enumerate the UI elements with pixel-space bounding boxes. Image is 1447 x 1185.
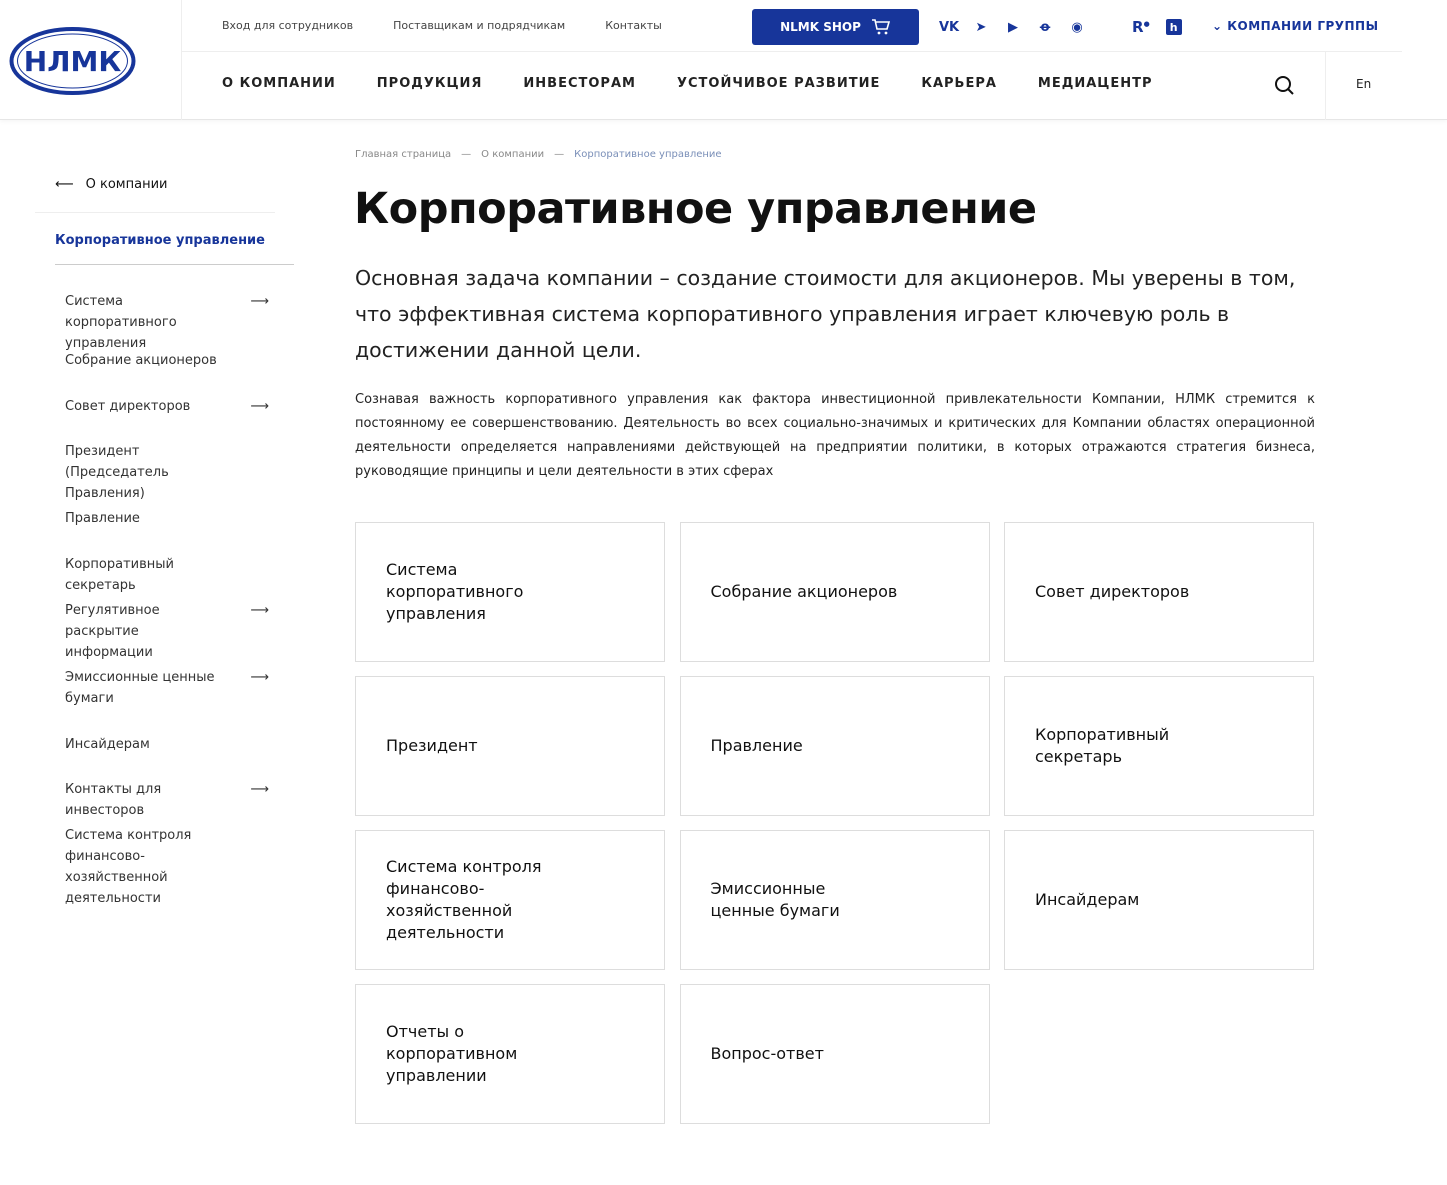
sidebar-item-label: Собрание акционеров xyxy=(65,353,217,368)
top-links: Вход для сотрудников Поставщикам и подря… xyxy=(222,19,662,32)
back-label: О компании xyxy=(85,176,168,192)
nav-products[interactable]: ПРОДУКЦИЯ xyxy=(377,76,483,91)
social-links: VK ➤ ▶ ꝋ ◉ xyxy=(939,18,1086,36)
sidebar-item[interactable]: Система контроля финансово-хозяйственной… xyxy=(35,825,275,909)
arrow-left-icon: ⟵ xyxy=(55,176,74,192)
sidebar-item-label: Система контроля финансово-хозяйственной… xyxy=(65,828,192,906)
arrow-right-icon[interactable]: ⟶ xyxy=(250,667,269,688)
card-label: Правление xyxy=(710,736,803,755)
card-label: Корпоративный секретарь xyxy=(1035,725,1170,766)
nav-investors[interactable]: ИНВЕСТОРАМ xyxy=(523,76,636,91)
contacts-link[interactable]: Контакты xyxy=(605,19,662,32)
card-label: Эмиссионные ценные бумаги xyxy=(710,879,840,920)
sidebar-item-label: Система корпоративного управления xyxy=(65,294,177,351)
group-companies-dropdown[interactable]: ⌄ КОМПАНИИ ГРУППЫ xyxy=(1212,19,1379,33)
svg-text:НЛМК: НЛМК xyxy=(24,45,122,78)
rabota-icon[interactable]: R● xyxy=(1132,18,1150,36)
sidebar-item[interactable]: Совет директоров ⟶ xyxy=(35,396,275,417)
section-card[interactable]: Совет директоров xyxy=(1004,522,1314,662)
groups-label: КОМПАНИИ ГРУППЫ xyxy=(1227,19,1379,33)
youtube-icon[interactable]: ▶ xyxy=(1004,18,1022,36)
section-card[interactable]: Президент xyxy=(355,676,665,816)
main-nav: О КОМПАНИИ ПРОДУКЦИЯ ИНВЕСТОРАМ УСТОЙЧИВ… xyxy=(222,76,1152,91)
section-card[interactable]: Эмиссионные ценные бумаги xyxy=(679,830,990,970)
card-label: Вопрос-ответ xyxy=(710,1044,824,1063)
section-card[interactable]: Инсайдерам xyxy=(1004,830,1314,970)
nav-career[interactable]: КАРЬЕРА xyxy=(921,76,997,91)
shop-label: NLMK SHOP xyxy=(780,20,861,34)
nav-sustainability[interactable]: УСТОЙЧИВОЕ РАЗВИТИЕ xyxy=(677,76,880,91)
rutube-icon[interactable]: ◉ xyxy=(1068,18,1086,36)
suppliers-link[interactable]: Поставщикам и подрядчикам xyxy=(393,19,565,32)
card-label: Отчеты о корпоративном управлении xyxy=(386,1022,518,1085)
intro-paragraph: Сознавая важность корпоративного управле… xyxy=(355,392,1315,479)
sidebar-item-label: Инсайдерам xyxy=(65,737,150,752)
search-icon[interactable] xyxy=(1274,75,1294,95)
card-label: Совет директоров xyxy=(1035,582,1190,601)
sidebar: ⟵ О компании Корпоративное управление Сис… xyxy=(35,170,294,906)
language-switch[interactable]: En xyxy=(1356,77,1371,91)
arrow-right-icon[interactable]: ⟶ xyxy=(250,291,269,312)
section-card[interactable]: Вопрос-ответ xyxy=(679,984,990,1124)
sidebar-item[interactable]: Корпоративный секретарь xyxy=(35,554,275,596)
arrow-right-icon[interactable]: ⟶ xyxy=(250,779,269,800)
sidebar-item[interactable]: Правление xyxy=(35,508,275,529)
cart-icon xyxy=(871,19,890,35)
sidebar-item-label: Контакты для инвесторов xyxy=(65,782,162,818)
divider xyxy=(1325,52,1326,120)
sidebar-item-label: Правление xyxy=(65,511,140,526)
nlmk-shop-button[interactable]: NLMK SHOP xyxy=(752,9,919,45)
section-card[interactable]: Отчеты о корпоративном управлении xyxy=(355,984,665,1124)
divider xyxy=(182,51,1402,52)
page-title: Корпоративное управление xyxy=(354,184,1037,234)
section-card[interactable]: Корпоративный секретарь xyxy=(1004,676,1314,816)
breadcrumb: Главная страница — О компании — Корпоратив… xyxy=(355,149,722,160)
card-label: Инсайдерам xyxy=(1035,890,1140,909)
sidebar-item[interactable]: Контакты для инвесторов ⟶ xyxy=(35,779,275,821)
arrow-right-icon[interactable]: ⟶ xyxy=(250,396,269,417)
hh-icon[interactable]: h xyxy=(1165,19,1182,35)
breadcrumb-about[interactable]: О компании xyxy=(481,149,544,160)
section-card[interactable]: Правление xyxy=(679,676,990,816)
arrow-right-icon[interactable]: ⟶ xyxy=(250,600,269,621)
sidebar-item[interactable]: Система корпоративного управления ⟶ xyxy=(35,291,275,354)
breadcrumb-sep: — xyxy=(461,149,472,160)
breadcrumb-home[interactable]: Главная страница xyxy=(355,149,451,160)
telegram-icon[interactable]: ➤ xyxy=(972,18,990,36)
sidebar-item-label: Совет директоров xyxy=(65,399,191,414)
breadcrumb-current: Корпоративное управление xyxy=(574,149,722,160)
breadcrumb-sep: — xyxy=(554,149,565,160)
sidebar-item-label: Регулятивное раскрытие информации xyxy=(65,603,160,660)
nav-about[interactable]: О КОМПАНИИ xyxy=(222,76,336,91)
sidebar-item-label: Корпоративный секретарь xyxy=(65,557,175,593)
chevron-down-icon: ⌄ xyxy=(1212,19,1228,33)
odnoklassniki-icon[interactable]: ꝋ xyxy=(1036,18,1054,36)
card-label: Система контроля финансово-хозяйственной… xyxy=(386,857,542,942)
extra-links: R● h xyxy=(1132,18,1182,36)
sidebar-item[interactable]: Собрание акционеров xyxy=(35,350,275,371)
section-card[interactable]: Система корпоративного управления xyxy=(355,522,665,662)
site-header: НЛМК Вход для сотрудников Поставщикам и … xyxy=(0,0,1447,120)
sidebar-item[interactable]: Президент (Председатель Правления) xyxy=(35,441,275,504)
section-card[interactable]: Собрание акционеров xyxy=(679,522,990,662)
sidebar-item-label: Эмиссионные ценные бумаги xyxy=(65,670,215,706)
nlmk-logo[interactable]: НЛМК xyxy=(9,27,136,95)
card-label: Собрание акционеров xyxy=(710,582,898,601)
sidebar-item[interactable]: Инсайдерам xyxy=(35,734,275,755)
sidebar-item[interactable]: Регулятивное раскрытие информации ⟶ xyxy=(35,600,275,663)
back-link[interactable]: ⟵ О компании xyxy=(35,170,275,198)
divider xyxy=(181,0,182,120)
vk-icon[interactable]: VK xyxy=(939,18,959,36)
sidebar-item-label: Президент (Председатель Правления) xyxy=(65,444,169,501)
card-label: Президент xyxy=(386,736,478,755)
card-label: Система корпоративного управления xyxy=(386,560,524,623)
sidebar-item[interactable]: Эмиссионные ценные бумаги ⟶ xyxy=(35,667,275,709)
nav-media[interactable]: МЕДИАЦЕНТР xyxy=(1038,76,1153,91)
section-card[interactable]: Система контроля финансово-хозяйственной… xyxy=(355,830,665,970)
lead-text: Основная задача компании – создание стои… xyxy=(355,266,1296,362)
employee-login-link[interactable]: Вход для сотрудников xyxy=(222,19,353,32)
sidebar-active-item[interactable]: Корпоративное управление xyxy=(55,213,294,265)
